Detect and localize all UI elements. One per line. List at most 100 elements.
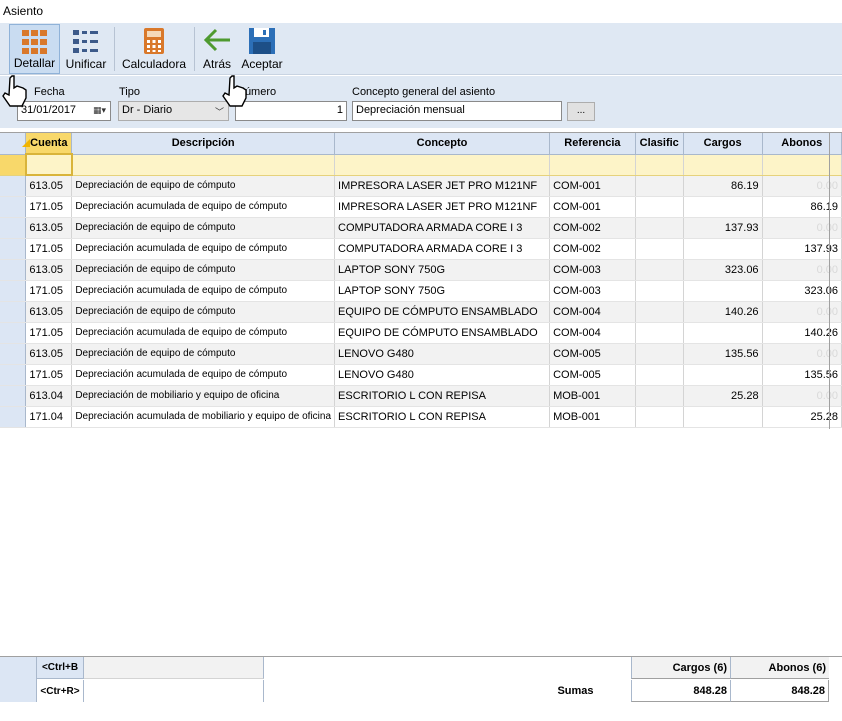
cargos-cell[interactable] xyxy=(683,196,763,218)
referencia-cell[interactable]: COM-003 xyxy=(549,280,636,302)
referencia-cell[interactable]: COM-005 xyxy=(549,343,636,365)
table-row[interactable]: 171.04 Depreciación acumulada de mobiliar… xyxy=(0,406,842,428)
cuenta-cell[interactable]: 171.05 xyxy=(25,238,73,260)
descripcion-cell[interactable]: Depreciación de equipo de cómputo xyxy=(71,175,336,197)
concepto-cell[interactable]: EQUIPO DE CÓMPUTO ENSAMBLADO xyxy=(334,301,551,323)
calendar-dropdown-icon[interactable]: ▦▾ xyxy=(93,105,106,116)
cargos-cell[interactable]: 137.93 xyxy=(683,217,763,239)
atras-button[interactable]: Atrás xyxy=(199,24,235,74)
clasific-cell[interactable] xyxy=(635,259,684,281)
concepto-cell[interactable]: COMPUTADORA ARMADA CORE I 3 xyxy=(334,238,551,260)
cuenta-cell[interactable]: 613.04 xyxy=(25,385,73,407)
cuenta-cell[interactable]: 171.05 xyxy=(25,322,73,344)
unificar-button[interactable]: Unificar xyxy=(62,24,110,74)
cuenta-cell[interactable]: 613.05 xyxy=(25,175,73,197)
clasific-cell[interactable] xyxy=(635,301,684,323)
descripcion-cell[interactable]: Depreciación de equipo de cómputo xyxy=(71,259,336,281)
table-row[interactable]: 171.05 Depreciación acumulada de equipo d… xyxy=(0,364,842,386)
table-row[interactable]: 613.05 Depreciación de equipo de cómputo L… xyxy=(0,259,842,281)
cargos-cell[interactable] xyxy=(683,280,763,302)
cargos-cell[interactable] xyxy=(683,238,763,260)
clasific-cell[interactable] xyxy=(635,406,684,428)
cuenta-cell[interactable]: 613.05 xyxy=(25,217,73,239)
referencia-cell[interactable]: MOB-001 xyxy=(549,385,636,407)
cargos-cell[interactable]: 86.19 xyxy=(683,175,763,197)
concepto-cell[interactable]: IMPRESORA LASER JET PRO M121NF xyxy=(334,175,551,197)
referencia-cell[interactable]: MOB-001 xyxy=(549,406,636,428)
descripcion-cell[interactable]: Depreciación de equipo de cómputo xyxy=(71,217,336,239)
descripcion-cell[interactable]: Depreciación acumulada de equipo de cómp… xyxy=(71,196,336,218)
cargos-cell[interactable]: 323.06 xyxy=(683,259,763,281)
clasific-cell[interactable] xyxy=(635,196,684,218)
clasific-cell[interactable] xyxy=(635,322,684,344)
detallar-button[interactable]: Detallar xyxy=(9,24,60,74)
clasific-cell[interactable] xyxy=(635,238,684,260)
referencia-cell[interactable]: COM-004 xyxy=(549,322,636,344)
descripcion-cell[interactable]: Depreciación de equipo de cómputo xyxy=(71,301,336,323)
referencia-cell[interactable]: COM-001 xyxy=(549,196,636,218)
referencia-cell[interactable]: COM-005 xyxy=(549,364,636,386)
cargos-cell[interactable]: 135.56 xyxy=(683,343,763,365)
cuenta-cell[interactable]: 171.05 xyxy=(25,196,73,218)
new-row[interactable] xyxy=(0,153,842,176)
calculadora-button[interactable]: Calculadora xyxy=(120,24,188,74)
clasific-cell[interactable] xyxy=(635,175,684,197)
clasific-cell[interactable] xyxy=(635,280,684,302)
concepto-cell[interactable]: ESCRITORIO L CON REPISA xyxy=(334,406,551,428)
cuenta-cell[interactable]: 171.04 xyxy=(25,406,73,428)
descripcion-cell[interactable]: Depreciación acumulada de equipo de cómp… xyxy=(71,238,336,260)
cargos-cell[interactable] xyxy=(683,322,763,344)
referencia-cell[interactable]: COM-001 xyxy=(549,175,636,197)
referencia-cell[interactable]: COM-002 xyxy=(549,238,636,260)
cuenta-cell[interactable]: 171.05 xyxy=(25,280,73,302)
descripcion-cell[interactable]: Depreciación acumulada de equipo de cómp… xyxy=(71,280,336,302)
col-cuenta[interactable]: Cuenta xyxy=(25,133,73,155)
concepto-cell[interactable]: EQUIPO DE CÓMPUTO ENSAMBLADO xyxy=(334,322,551,344)
descripcion-cell[interactable]: Depreciación de equipo de cómputo xyxy=(71,343,336,365)
concepto-cell[interactable]: IMPRESORA LASER JET PRO M121NF xyxy=(334,196,551,218)
concepto-cell[interactable]: ESCRITORIO L CON REPISA xyxy=(334,385,551,407)
concepto-cell[interactable]: LAPTOP SONY 750G xyxy=(334,280,551,302)
col-cargos[interactable]: Cargos xyxy=(683,133,763,155)
descripcion-cell[interactable]: Depreciación acumulada de equipo de cómp… xyxy=(71,364,336,386)
table-row[interactable]: 613.05 Depreciación de equipo de cómputo C… xyxy=(0,217,842,239)
referencia-cell[interactable]: COM-004 xyxy=(549,301,636,323)
concepto-field[interactable]: Depreciación mensual xyxy=(352,101,562,121)
concepto-cell[interactable]: LENOVO G480 xyxy=(334,343,551,365)
fecha-field[interactable]: 31/01/2017 ▦▾ xyxy=(17,101,111,121)
col-referencia[interactable]: Referencia xyxy=(549,133,636,155)
concepto-cell[interactable]: COMPUTADORA ARMADA CORE I 3 xyxy=(334,217,551,239)
table-row[interactable]: 613.05 Depreciación de equipo de cómputo I… xyxy=(0,175,842,197)
new-cuenta-cell[interactable] xyxy=(24,153,73,176)
referencia-cell[interactable]: COM-002 xyxy=(549,217,636,239)
aceptar-button[interactable]: Aceptar xyxy=(239,24,285,74)
table-row[interactable]: 613.04 Depreciación de mobiliario y equip… xyxy=(0,385,842,407)
referencia-cell[interactable]: COM-003 xyxy=(549,259,636,281)
cargos-cell[interactable]: 140.26 xyxy=(683,301,763,323)
clasific-cell[interactable] xyxy=(635,385,684,407)
cargos-cell[interactable] xyxy=(683,406,763,428)
concepto-browse-button[interactable]: ... xyxy=(567,102,595,121)
cuenta-cell[interactable]: 171.05 xyxy=(25,364,73,386)
table-row[interactable]: 171.05 Depreciación acumulada de equipo d… xyxy=(0,196,842,218)
table-row[interactable]: 171.05 Depreciación acumulada de equipo d… xyxy=(0,322,842,344)
clasific-cell[interactable] xyxy=(635,364,684,386)
cuenta-cell[interactable]: 613.05 xyxy=(25,259,73,281)
concepto-cell[interactable]: LAPTOP SONY 750G xyxy=(334,259,551,281)
col-clasific[interactable]: Clasific xyxy=(635,133,684,155)
col-descripcion[interactable]: Descripción xyxy=(71,133,336,155)
descripcion-cell[interactable]: Depreciación de mobiliario y equipo de o… xyxy=(71,385,336,407)
clasific-cell[interactable] xyxy=(635,217,684,239)
cargos-cell[interactable] xyxy=(683,364,763,386)
cuenta-cell[interactable]: 613.05 xyxy=(25,301,73,323)
table-row[interactable]: 613.05 Depreciación de equipo de cómputo E… xyxy=(0,301,842,323)
table-row[interactable]: 171.05 Depreciación acumulada de equipo d… xyxy=(0,238,842,260)
descripcion-cell[interactable]: Depreciación acumulada de equipo de cómp… xyxy=(71,322,336,344)
descripcion-cell[interactable]: Depreciación acumulada de mobiliario y e… xyxy=(71,406,336,428)
tipo-select[interactable]: Dr - Diario ﹀ xyxy=(118,101,229,121)
col-concepto[interactable]: Concepto xyxy=(334,133,551,155)
cargos-cell[interactable]: 25.28 xyxy=(683,385,763,407)
table-row[interactable]: 613.05 Depreciación de equipo de cómputo L… xyxy=(0,343,842,365)
clasific-cell[interactable] xyxy=(635,343,684,365)
concepto-cell[interactable]: LENOVO G480 xyxy=(334,364,551,386)
